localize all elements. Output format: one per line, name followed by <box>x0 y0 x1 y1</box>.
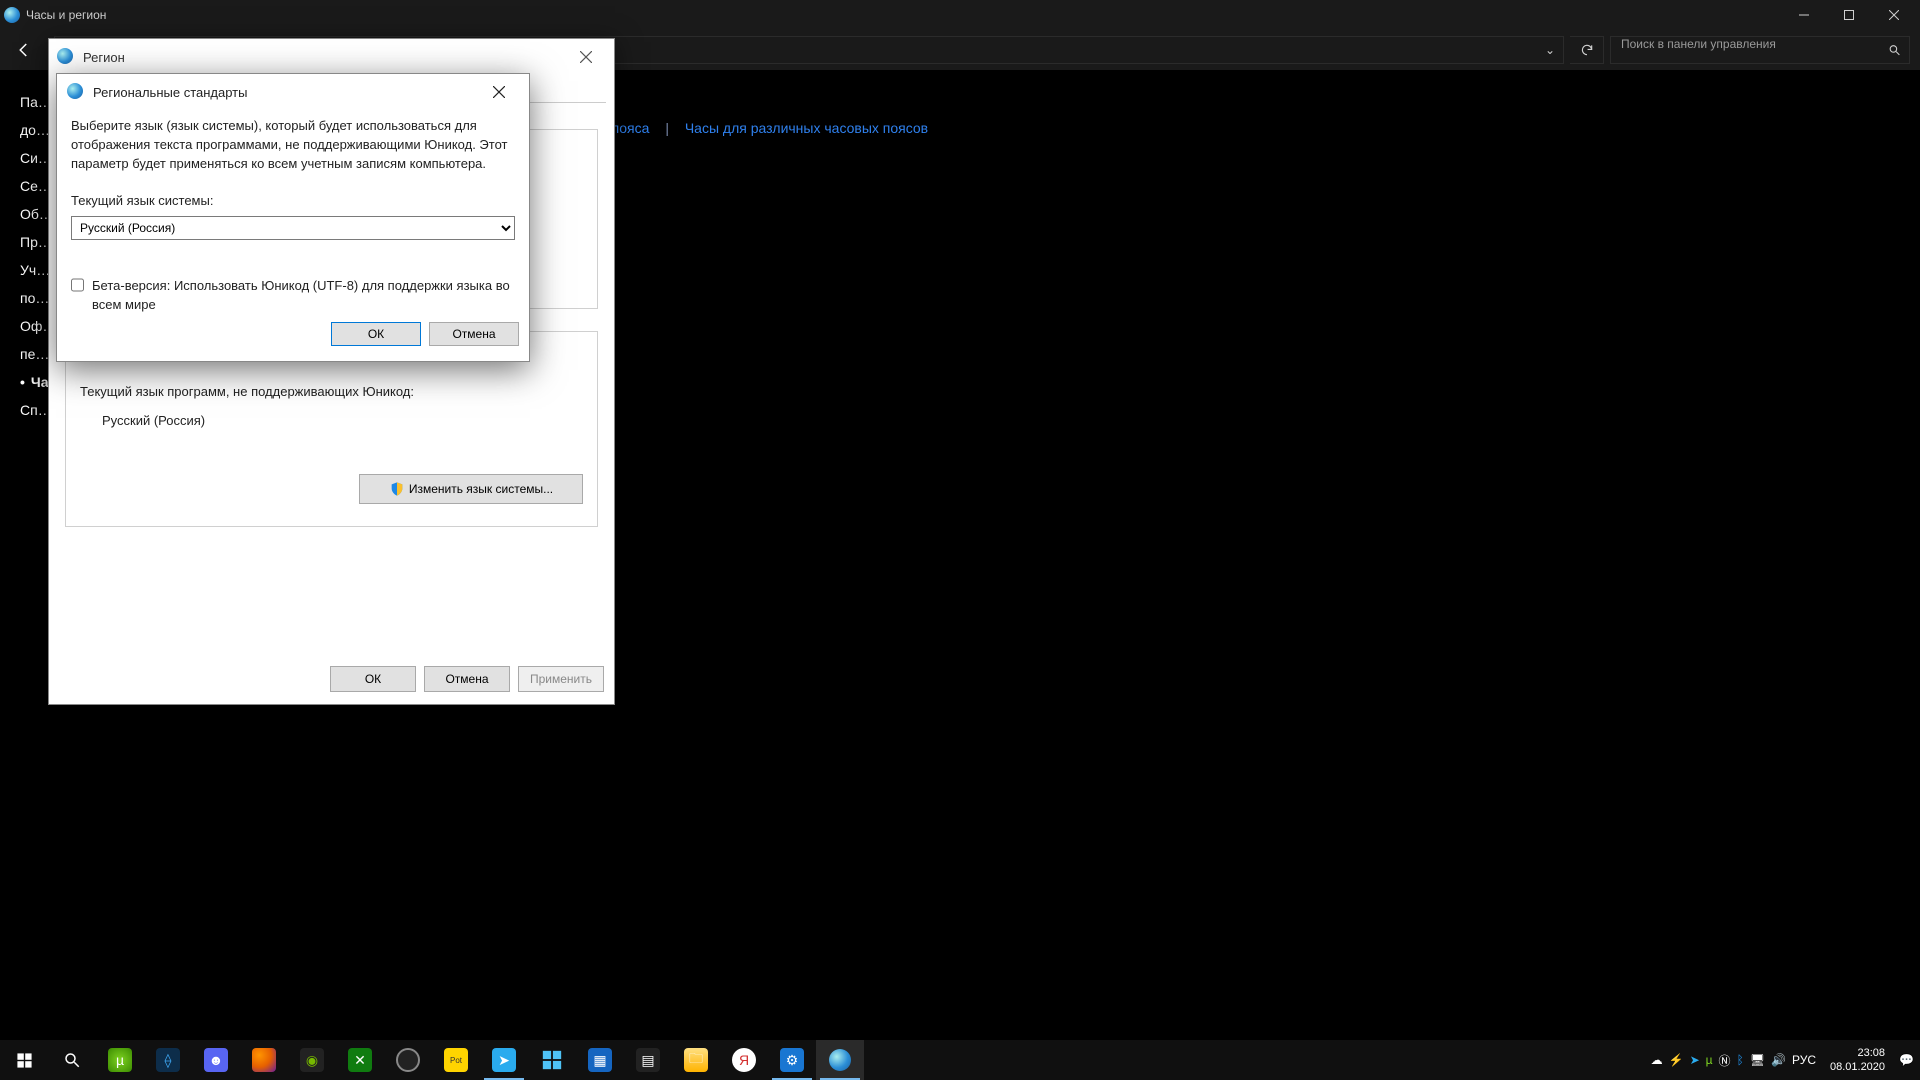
taskbar-app-store[interactable] <box>528 1040 576 1080</box>
taskbar-app-settings[interactable]: ⚙ <box>768 1040 816 1080</box>
std-ok-button[interactable]: ОК <box>331 322 421 346</box>
taskbar-app-explorer[interactable]: 🗀 <box>672 1040 720 1080</box>
region-apply-button[interactable]: Применить <box>518 666 604 692</box>
taskbar: µ ⟠ ☻ ◉ ✕ Pot ➤ ▦ ▤ 🗀 Я ⚙ ☁ ⚡ ➤ µ Ⓝ ᛒ 🖥 … <box>0 1040 1920 1080</box>
utf8-beta-checkbox[interactable]: Бета-версия: Использовать Юникод (UTF-8)… <box>71 276 515 314</box>
tray-nvidia-icon[interactable]: Ⓝ <box>1719 1052 1731 1069</box>
system-tray: ☁ ⚡ ➤ µ Ⓝ ᛒ 🖥 🔊 РУС 23:08 08.01.2020 💬 <box>1651 1046 1920 1074</box>
std-title: Региональные стандарты <box>93 85 247 100</box>
tray-telegram-icon[interactable]: ➤ <box>1690 1053 1700 1067</box>
nav-back-button[interactable] <box>0 30 48 70</box>
taskbar-app-calculator[interactable]: ▤ <box>624 1040 672 1080</box>
taskbar-app-xbox[interactable]: ✕ <box>336 1040 384 1080</box>
std-label: Текущий язык системы: <box>71 191 515 210</box>
regional-standards-dialog: Региональные стандарты Выберите язык (яз… <box>56 73 530 362</box>
search-placeholder: Поиск в панели управления <box>1621 37 1776 51</box>
region-button-row: ОК Отмена Применить <box>49 666 614 692</box>
window-close-button[interactable] <box>1871 0 1916 30</box>
tray-display-icon[interactable]: 🖥 <box>1750 1053 1765 1067</box>
region-close-button[interactable] <box>566 42 606 72</box>
system-locale-select[interactable]: Русский (Россия) <box>71 216 515 240</box>
taskbar-app-battlenet[interactable]: ⟠ <box>144 1040 192 1080</box>
chevron-down-icon: ⌄ <box>1545 43 1555 57</box>
globe-icon <box>57 48 75 66</box>
clock-region-icon <box>4 7 20 23</box>
taskbar-app-utorrent[interactable]: µ <box>96 1040 144 1080</box>
tray-utorrent-icon[interactable]: µ <box>1706 1053 1713 1067</box>
std-titlebar: Региональные стандарты <box>57 74 529 110</box>
start-button[interactable] <box>0 1040 48 1080</box>
taskbar-app-telegram[interactable]: ➤ <box>480 1040 528 1080</box>
utf8-beta-checkbox-input[interactable] <box>71 278 84 292</box>
taskbar-app-yandex[interactable]: Я <box>720 1040 768 1080</box>
region-titlebar: Регион <box>49 39 614 75</box>
taskbar-app-discord[interactable]: ☻ <box>192 1040 240 1080</box>
std-button-row: ОК Отмена <box>57 314 529 356</box>
change-system-locale-button[interactable]: Изменить язык системы... <box>359 474 583 504</box>
std-cancel-button[interactable]: Отмена <box>429 322 519 346</box>
tray-language[interactable]: РУС <box>1792 1053 1816 1067</box>
region-cancel-button[interactable]: Отмена <box>424 666 510 692</box>
taskbar-app-potplayer[interactable]: Pot <box>432 1040 480 1080</box>
search-button[interactable] <box>48 1040 96 1080</box>
tray-notifications-icon[interactable]: 💬 <box>1899 1053 1914 1067</box>
taskbar-app-obs[interactable] <box>384 1040 432 1080</box>
taskbar-app-clock-region[interactable] <box>816 1040 864 1080</box>
refresh-button[interactable] <box>1570 36 1604 64</box>
utf8-beta-label: Бета-версия: Использовать Юникод (UTF-8)… <box>92 276 515 314</box>
region-title: Регион <box>83 50 125 65</box>
taskbar-apps: µ ⟠ ☻ ◉ ✕ Pot ➤ ▦ ▤ 🗀 Я ⚙ <box>96 1040 864 1080</box>
globe-icon <box>67 83 85 101</box>
tray-onedrive-icon[interactable]: ☁ <box>1651 1053 1663 1067</box>
window-minimize-button[interactable] <box>1781 0 1826 30</box>
shield-icon <box>389 481 405 497</box>
search-icon <box>1888 44 1901 57</box>
nonunicode-label: Текущий язык программ, не поддерживающих… <box>80 384 583 399</box>
std-close-button[interactable] <box>479 77 519 107</box>
tray-bluetooth-icon[interactable]: ᛒ <box>1737 1053 1744 1067</box>
tray-volume-icon[interactable]: 🔊 <box>1771 1053 1786 1067</box>
nonunicode-value: Русский (Россия) <box>80 413 583 428</box>
std-description: Выберите язык (язык системы), который бу… <box>71 116 515 173</box>
region-ok-button[interactable]: ОК <box>330 666 416 692</box>
window-titlebar: Часы и регион <box>0 0 1920 30</box>
tray-lightning-icon[interactable]: ⚡ <box>1669 1053 1684 1067</box>
taskbar-app-movies[interactable]: ▦ <box>576 1040 624 1080</box>
content-links: о пояса | Часы для различных часовых поя… <box>600 120 928 136</box>
control-panel-window: Часы и регион ⌄ Поиск в панели управлени… <box>0 0 1920 1080</box>
taskbar-app-nvidia[interactable]: ◉ <box>288 1040 336 1080</box>
search-input[interactable]: Поиск в панели управления <box>1610 36 1910 64</box>
taskbar-app-firefox[interactable] <box>240 1040 288 1080</box>
link-world-clocks[interactable]: Часы для различных часовых поясов <box>685 120 928 136</box>
window-title: Часы и регион <box>26 8 106 22</box>
window-maximize-button[interactable] <box>1826 0 1871 30</box>
tray-clock[interactable]: 23:08 08.01.2020 <box>1822 1046 1893 1074</box>
